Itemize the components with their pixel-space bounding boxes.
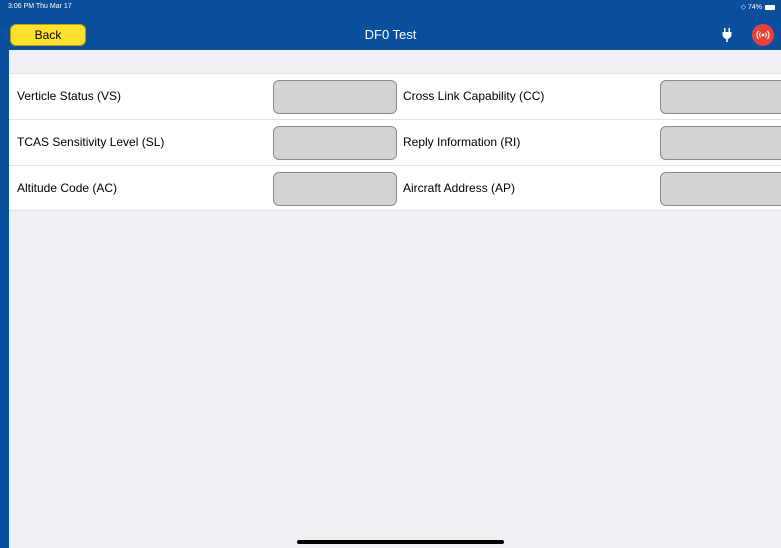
header-bar: 3:06 PM Thu Mar 17 ◇ 74% Back DF0 Test <box>0 0 781 50</box>
ac-field[interactable] <box>273 172 397 206</box>
page-title: DF0 Test <box>364 27 417 42</box>
ri-label: Reply Information (RI) <box>403 135 521 149</box>
left-edge-strip <box>0 50 9 548</box>
broadcast-icon <box>756 30 770 40</box>
home-indicator[interactable] <box>297 540 504 544</box>
status-bar: 3:06 PM Thu Mar 17 ◇ 74% <box>0 0 781 14</box>
plug-icon <box>721 28 733 42</box>
ap-field[interactable] <box>660 172 781 206</box>
battery-percent: 74% <box>747 3 762 11</box>
results-panel: Verticle Status (VS) Cross Link Capabili… <box>9 50 781 548</box>
ri-field[interactable] <box>660 126 781 160</box>
vs-field[interactable] <box>273 80 397 114</box>
status-time: 3:06 PM Thu Mar 17 <box>8 3 72 10</box>
table-row: TCAS Sensitivity Level (SL) Reply Inform… <box>9 119 781 165</box>
ac-label: Altitude Code (AC) <box>17 181 118 195</box>
ap-label: Aircraft Address (AP) <box>403 181 516 195</box>
sl-field[interactable] <box>273 126 397 160</box>
table-row: Verticle Status (VS) Cross Link Capabili… <box>9 73 781 119</box>
wifi-icon: ◇ <box>740 4 746 11</box>
status-indicators: ◇ 74% <box>741 3 775 11</box>
broadcast-button[interactable] <box>752 24 774 46</box>
battery-icon <box>765 4 775 10</box>
cc-label: Cross Link Capability (CC) <box>403 89 545 103</box>
vs-label: Verticle Status (VS) <box>17 89 122 103</box>
cc-field[interactable] <box>660 80 781 114</box>
table-row: Altitude Code (AC) Aircraft Address (AP) <box>9 165 781 211</box>
sl-label: TCAS Sensitivity Level (SL) <box>17 135 165 149</box>
